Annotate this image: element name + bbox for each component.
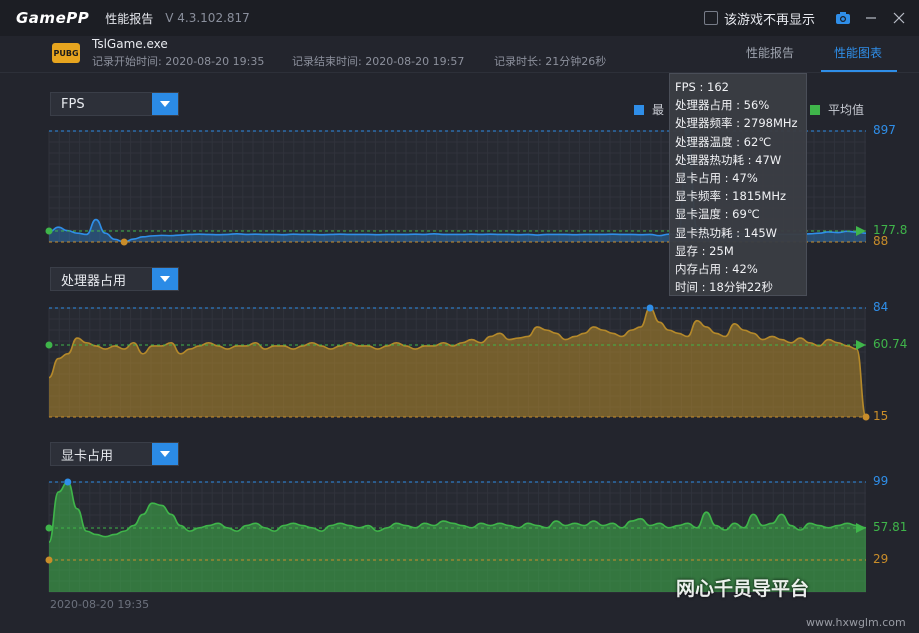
max-marker [64, 478, 72, 486]
min-value-label: 15 [873, 409, 889, 423]
chart-start-date: 2020-08-20 19:35 [50, 598, 150, 611]
tooltip-line: 处理器频率 : 2798MHz [675, 116, 798, 131]
watermark-url: www.hxwglm.com [806, 616, 906, 629]
max-value-label: 84 [873, 300, 889, 314]
tooltip-line: 显卡占用 : 47% [675, 171, 758, 186]
average-marker [45, 227, 53, 235]
average-marker [45, 341, 53, 349]
max-marker [646, 304, 654, 312]
max-value-label: 99 [873, 474, 889, 488]
min-marker [120, 238, 128, 246]
tooltip-line: 处理器温度 : 62℃ [675, 134, 772, 149]
max-value-label: 897 [873, 123, 896, 137]
watermark-text: 网心千员导平台 [676, 578, 810, 600]
tooltip-line: 显存 : 25M [675, 243, 734, 258]
min-marker [45, 556, 53, 564]
tooltip-line: 显卡频率 : 1815MHz [675, 189, 787, 204]
min-marker [862, 413, 870, 421]
tooltip-line: 时间 : 18分钟22秒 [675, 280, 773, 295]
tooltip-line: 显卡热功耗 : 145W [675, 225, 778, 240]
tooltip-line: 显卡温度 : 69℃ [675, 207, 760, 222]
tooltip-line: 处理器热功耗 : 47W [675, 152, 782, 167]
average-value-label: 57.81 [873, 520, 908, 534]
average-value-label: 60.74 [873, 337, 908, 351]
tooltip-line: 内存占用 : 42% [675, 262, 758, 277]
min-value-label: 29 [873, 552, 889, 566]
tooltip-line: FPS : 162 [675, 80, 729, 94]
data-tooltip: FPS : 162 处理器占用 : 56% 处理器频率 : 2798MHz 处理… [669, 73, 807, 296]
tooltip-line: 处理器占用 : 56% [675, 98, 770, 113]
min-value-label: 88 [873, 234, 889, 248]
average-marker [45, 524, 53, 532]
